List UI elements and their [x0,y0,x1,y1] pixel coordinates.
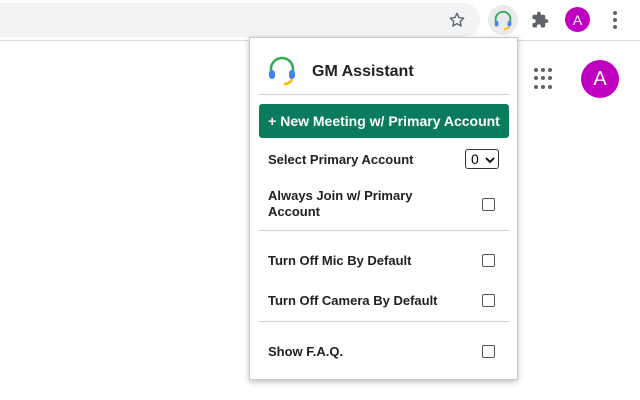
bookmark-star-icon[interactable] [446,9,468,31]
camera-off-checkbox[interactable] [482,294,495,307]
select-value: 0 [471,151,479,167]
faq-checkbox[interactable] [482,345,495,358]
address-bar[interactable] [0,3,480,37]
divider [259,94,509,95]
profile-avatar[interactable]: A [565,7,590,32]
camera-off-label: Turn Off Camera By Default [268,293,438,308]
account-avatar[interactable]: A [581,60,619,98]
always-join-label: Always Join w/ Primary Account [268,188,413,219]
popup-header: GM Assistant [266,56,414,88]
more-vert-icon[interactable] [606,9,624,31]
popup-title: GM Assistant [312,63,414,80]
faq-label: Show F.A.Q. [268,344,344,359]
headset-extension-icon[interactable] [488,5,518,35]
mic-off-label: Turn Off Mic By Default [268,253,412,268]
browser-toolbar: A [0,0,640,41]
mic-off-checkbox[interactable] [482,254,495,267]
puzzle-icon[interactable] [528,8,552,32]
primary-account-select[interactable]: 0 [465,149,499,169]
chevron-down-icon [485,151,495,167]
always-join-checkbox[interactable] [482,198,495,211]
new-meeting-button[interactable]: + New Meeting w/ Primary Account [259,104,509,138]
divider [259,321,509,322]
extension-popup: GM Assistant + New Meeting w/ Primary Ac… [249,37,518,380]
headset-icon [266,54,298,91]
divider [259,230,509,231]
apps-grid-icon[interactable] [534,68,556,90]
select-primary-label: Select Primary Account [268,152,414,167]
